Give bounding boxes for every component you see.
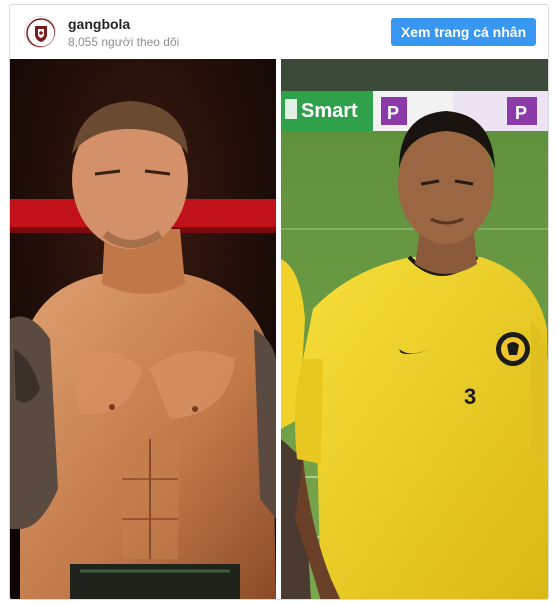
- sponsor-board-text: Smart: [301, 100, 358, 122]
- footballer-illustration: Smart P P 3: [281, 59, 548, 599]
- post-image[interactable]: Smart P P 3: [10, 59, 548, 599]
- crest-logo-icon: [26, 18, 55, 47]
- profile-avatar[interactable]: [24, 16, 56, 48]
- follower-count: 8,055 người theo dõi: [68, 35, 180, 49]
- instagram-embed-card: gangbola 8,055 người theo dõi Xem trang …: [9, 4, 549, 600]
- wrestler-illustration: [10, 59, 276, 599]
- post-header: gangbola 8,055 người theo dõi Xem trang …: [10, 5, 548, 59]
- left-photo-panel: [10, 59, 276, 599]
- right-photo-panel: Smart P P 3: [281, 59, 548, 599]
- board-letter-1: P: [387, 103, 399, 123]
- jersey-number: 3: [464, 384, 476, 409]
- board-letter-2: P: [515, 103, 527, 123]
- username-link[interactable]: gangbola: [68, 16, 130, 32]
- view-profile-button[interactable]: Xem trang cá nhân: [391, 18, 536, 46]
